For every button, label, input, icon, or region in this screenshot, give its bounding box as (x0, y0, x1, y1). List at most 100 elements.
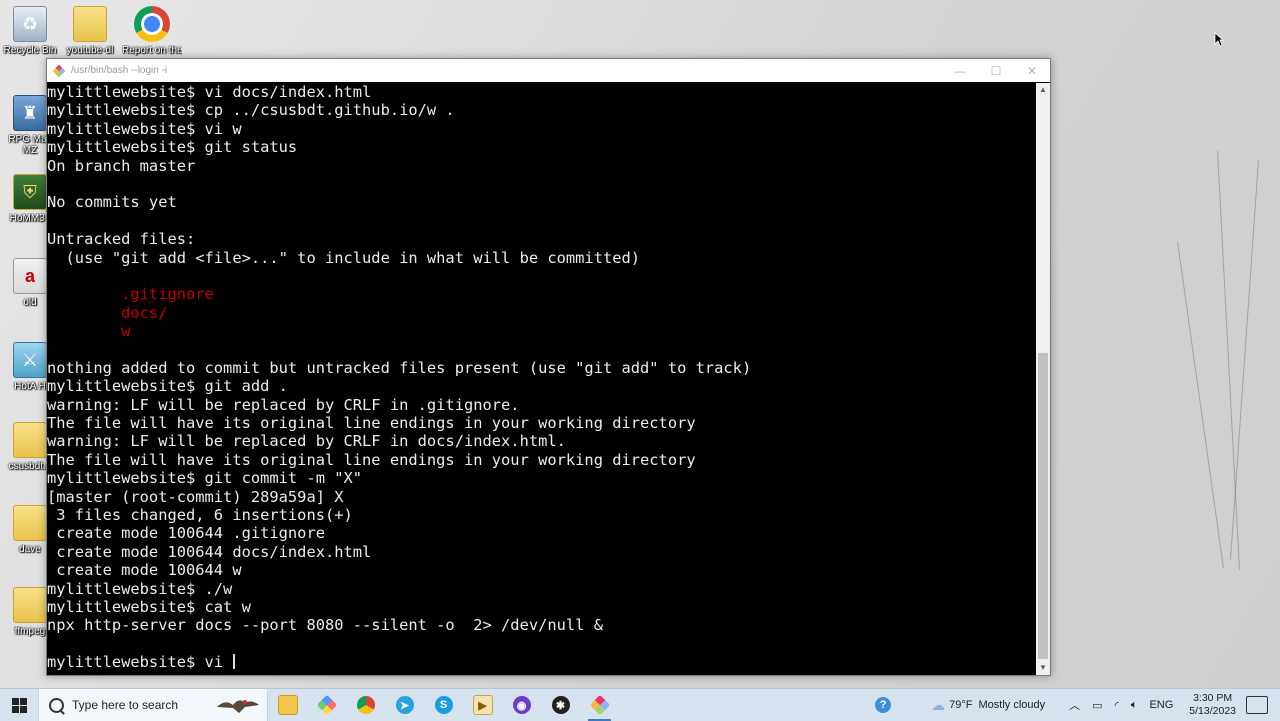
wifi-icon[interactable]: ◜ (1115, 699, 1119, 712)
search-icon (49, 697, 64, 713)
scrollbar-thumb[interactable] (1038, 353, 1048, 659)
terminal-line: mylittlewebsite$ vi w (47, 119, 242, 138)
folder-icon (73, 6, 107, 42)
terminal-line: (use "git add <file>..." to include in w… (47, 248, 641, 267)
terminal-line: mylittlewebsite$ git commit -m "X" (47, 469, 363, 488)
close-button[interactable]: ✕ (1014, 59, 1050, 82)
obs-icon: ◉ (512, 696, 531, 714)
background-scribble (1177, 241, 1224, 569)
start-button[interactable] (0, 689, 38, 721)
terminal-line: nothing added to commit but untracked fi… (47, 358, 752, 377)
terminal-line: [master (root-commit) 289a59a] X (47, 487, 344, 506)
system-tray: ? ☁ 79°F Mostly cloudy ︿ ▭ ◜ 🔈︎ ENG 3:30… (869, 689, 1280, 721)
taskbar-telegram[interactable]: ➤ (385, 689, 424, 721)
document-icon: a (13, 258, 47, 294)
terminal-line: .gitignore (47, 285, 214, 304)
terminal-line: The file will have its original line end… (47, 450, 696, 469)
vertical-scrollbar[interactable]: ▲ ▼ (1036, 83, 1050, 675)
terminal-line: w (47, 322, 131, 341)
telegram-icon: ➤ (395, 696, 414, 714)
minimize-button[interactable]: — (942, 59, 978, 82)
hota-icon: ⚔ (13, 342, 47, 378)
chrome-icon (134, 6, 170, 42)
language-indicator[interactable]: ENG (1149, 699, 1173, 711)
rpg-maker-icon (316, 694, 337, 716)
scroll-down-icon[interactable]: ▼ (1036, 661, 1050, 675)
volume-icon[interactable]: 🔈︎ (1131, 699, 1138, 712)
terminal-line: mylittlewebsite$ vi docs/index.html (47, 83, 372, 101)
terminal-line: mylittlewebsite$ ./w (47, 579, 233, 598)
window-title: /usr/bin/bash --login -i (71, 65, 168, 76)
git-bash-icon (589, 694, 610, 716)
terminal-output[interactable]: mylittlewebsite$ vi docs/index.html mylit… (47, 83, 1035, 675)
notifications-icon[interactable] (1246, 696, 1268, 714)
rpg-maker-icon: ♜ (13, 95, 47, 131)
terminal-line: On branch master (47, 156, 196, 175)
davinci-icon: ✱ (551, 696, 570, 714)
terminal-line: warning: LF will be replaced by CRLF in … (47, 432, 566, 451)
help-icon[interactable]: ? (875, 697, 892, 713)
terminal-line: npx http-server docs --port 8080 --silen… (47, 616, 603, 635)
terminal-line: 3 files changed, 6 insertions(+) (47, 505, 353, 524)
git-bash-icon (52, 64, 66, 77)
terminal-line: warning: LF will be replaced by CRLF in … (47, 395, 520, 414)
terminal-line: Untracked files: (47, 230, 196, 249)
clock-time: 3:30 PM (1193, 692, 1233, 704)
maximize-button[interactable]: ☐ (978, 59, 1014, 82)
terminal-line: The file will have its original line end… (47, 414, 696, 433)
windows-logo-icon (11, 697, 27, 713)
taskbar-search[interactable]: Type here to search (38, 689, 268, 721)
desktop-icon-youtube-dl[interactable]: youtube-dl (60, 6, 120, 56)
terminal-line: mylittlewebsite$ cat w (47, 597, 251, 616)
text-cursor (233, 654, 236, 670)
terminal-line: No commits yet (47, 193, 177, 212)
taskbar-davinci[interactable]: ✱ (541, 689, 580, 721)
taskbar-rpg-maker[interactable] (307, 689, 346, 721)
network-icon[interactable]: ▭ (1092, 699, 1102, 712)
search-placeholder: Type here to search (72, 698, 179, 712)
terminal-line: create mode 100644 .gitignore (47, 524, 325, 543)
scroll-up-icon[interactable]: ▲ (1036, 83, 1050, 97)
mouse-cursor-icon (1214, 32, 1224, 47)
homm3-icon: ⛨ (13, 174, 47, 210)
desktop-icon-recycle-bin[interactable]: ♻ Recycle Bin (0, 6, 60, 56)
desktop-icon-report-chrome[interactable]: Report on the (122, 6, 182, 56)
taskbar-media-player[interactable]: ▶ (463, 689, 502, 721)
taskbar-chrome[interactable] (346, 689, 385, 721)
terminal-line: mylittlewebsite$ cp ../csusbdt.github.io… (47, 101, 455, 120)
recycle-bin-icon: ♻ (13, 6, 47, 42)
terminal-prompt-line[interactable]: mylittlewebsite$ vi (47, 653, 1035, 671)
background-scribble (1217, 150, 1240, 570)
weather-condition: Mostly cloudy (978, 699, 1046, 711)
chrome-icon (356, 696, 375, 714)
taskbar-skype[interactable]: S (424, 689, 463, 721)
terminal-line: create mode 100644 w (47, 561, 242, 580)
file-explorer-icon (277, 695, 298, 715)
search-highlight-icon (217, 700, 259, 713)
folder-icon (13, 587, 47, 623)
document-icon (13, 505, 47, 541)
skype-icon: S (434, 696, 453, 714)
terminal-line: docs/ (47, 303, 168, 322)
terminal-line: mylittlewebsite$ git status (47, 138, 298, 157)
taskbar-file-explorer[interactable] (268, 689, 307, 721)
taskbar-obs[interactable]: ◉ (502, 689, 541, 721)
taskbar: Type here to search ➤ S ▶ ◉ ✱ ? ☁ 79°F M… (0, 688, 1280, 721)
terminal-line: mylittlewebsite$ git add . (47, 377, 288, 396)
terminal-window[interactable]: /usr/bin/bash --login -i — ☐ ✕ mylittlew… (46, 58, 1051, 676)
window-titlebar[interactable]: /usr/bin/bash --login -i — ☐ ✕ (47, 59, 1050, 82)
media-player-icon: ▶ (472, 695, 493, 715)
background-scribble (1230, 160, 1259, 560)
clock-date: 5/13/2023 (1189, 705, 1236, 717)
weather-widget[interactable]: ☁ 79°F Mostly cloudy (931, 697, 1045, 714)
taskbar-clock[interactable]: 3:30 PM 5/13/2023 (1189, 692, 1236, 718)
cloud-icon: ☁ (931, 696, 946, 713)
terminal-prompt-text: mylittlewebsite$ vi (47, 653, 233, 672)
show-hidden-icons-icon[interactable]: ︿ (1069, 697, 1080, 713)
taskbar-git-bash[interactable] (580, 689, 619, 721)
terminal-line: create mode 100644 docs/index.html (47, 542, 372, 561)
